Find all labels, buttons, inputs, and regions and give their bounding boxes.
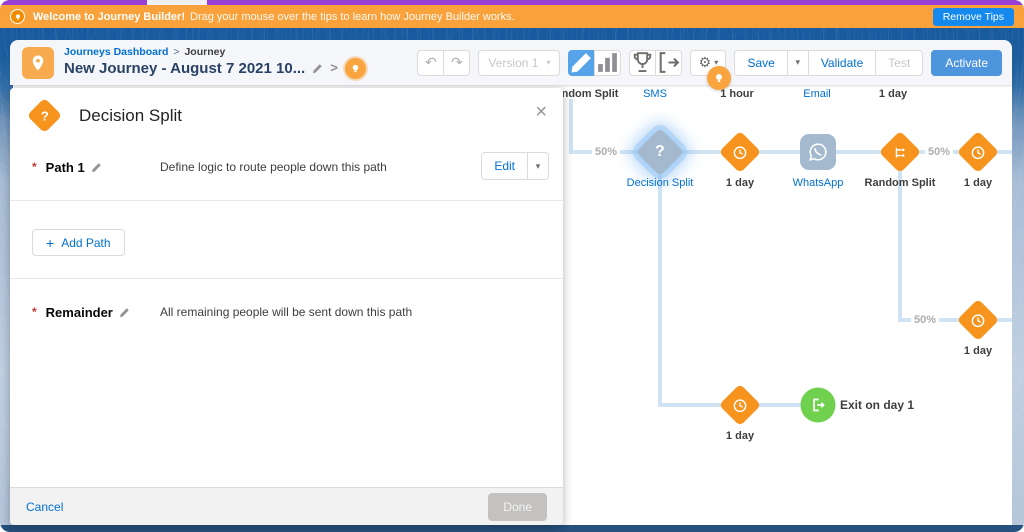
banner-subtitle: Drag your mouse over the tips to learn h…	[190, 11, 515, 23]
exit-icon	[656, 50, 681, 75]
settings-button[interactable]: ⚙ ▾	[690, 50, 726, 76]
path1-label: * Path 1	[32, 160, 102, 175]
random-split-icon	[892, 144, 909, 161]
node-label-exit[interactable]: Exit on day 1	[840, 398, 914, 412]
random-split-node[interactable]	[879, 131, 921, 173]
chevron-right-icon: >	[330, 61, 338, 76]
cancel-link[interactable]: Cancel	[26, 500, 63, 514]
breadcrumb-dashboard-link[interactable]: Journeys Dashboard	[64, 46, 168, 58]
browser-top-strip	[0, 0, 1024, 5]
wait-node[interactable]	[719, 131, 761, 173]
done-button[interactable]: Done	[488, 493, 547, 521]
node-label-1-day[interactable]: 1 day	[726, 177, 754, 189]
edit-path1-pencil-icon[interactable]	[91, 162, 102, 173]
save-dropdown-caret[interactable]: ▾	[787, 50, 809, 76]
journey-header: Journeys Dashboard > Journey New Journey…	[10, 40, 1012, 85]
wait-node[interactable]	[957, 299, 999, 341]
clock-icon	[970, 312, 987, 329]
gear-icon: ⚙	[699, 54, 712, 71]
goal-button[interactable]	[629, 50, 656, 76]
edit-path-caret[interactable]: ▾	[527, 152, 549, 180]
breadcrumb-separator: >	[173, 46, 179, 58]
caret-down-icon: ▾	[546, 58, 550, 67]
clock-icon	[732, 397, 749, 414]
breadcrumb: Journeys Dashboard > Journey	[64, 46, 366, 58]
divider	[10, 278, 563, 279]
percent-label: 50%	[911, 314, 939, 326]
version-dropdown[interactable]: Version 1 ▾	[478, 50, 560, 76]
required-marker: *	[32, 160, 37, 174]
exit-criteria-button[interactable]	[655, 50, 682, 76]
edit-remainder-pencil-icon[interactable]	[119, 307, 130, 318]
test-button[interactable]: Test	[875, 50, 923, 76]
node-label-sms[interactable]: SMS	[643, 88, 667, 100]
whatsapp-icon	[807, 141, 829, 163]
close-icon[interactable]: ×	[535, 102, 547, 122]
node-label-email[interactable]: Email	[803, 88, 831, 100]
decision-split-icon: ?	[27, 97, 62, 132]
lightbulb-icon	[10, 9, 25, 24]
trophy-icon	[630, 50, 655, 75]
divider	[10, 200, 563, 201]
window-bottom-edge	[0, 525, 1024, 532]
journey-title: New Journey - August 7 2021 10...	[64, 60, 305, 77]
node-label-decision-split[interactable]: Decision Split	[627, 177, 694, 189]
remove-tips-button[interactable]: Remove Tips	[933, 8, 1014, 26]
banner-title: Welcome to Journey Builder!	[33, 11, 185, 23]
connector-line	[569, 99, 573, 154]
browser-tab-hint	[147, 0, 207, 5]
journey-toolbar: ↶ ↷ Version 1 ▾	[417, 50, 1002, 76]
exit-icon	[809, 396, 828, 415]
edit-path-button[interactable]: Edit	[481, 152, 528, 180]
node-label-1-day-top[interactable]: 1 day	[879, 88, 907, 100]
validate-button[interactable]: Validate	[808, 50, 876, 76]
percent-label: 50%	[592, 146, 620, 158]
decision-split-modal: ? Decision Split × * Path 1 Define logic…	[10, 88, 563, 525]
analytics-mode-button[interactable]	[594, 50, 621, 76]
activate-button[interactable]: Activate	[931, 50, 1002, 76]
question-mark-icon: ?	[655, 143, 665, 161]
plus-icon: +	[46, 235, 54, 251]
node-label-1-day[interactable]: 1 day	[964, 177, 992, 189]
clock-icon	[970, 144, 987, 161]
path1-description: Define logic to route people down this p…	[160, 160, 387, 174]
wait-node[interactable]	[957, 131, 999, 173]
modal-footer: Cancel Done	[10, 487, 563, 525]
add-path-button[interactable]: + Add Path	[32, 229, 125, 256]
node-label-random-split[interactable]: Random Split	[865, 177, 936, 189]
stats-icon	[595, 50, 620, 75]
redo-button[interactable]: ↷	[443, 50, 470, 76]
app-window: Welcome to Journey Builder! Drag your mo…	[0, 0, 1024, 532]
edit-title-pencil-icon[interactable]	[312, 63, 323, 74]
remainder-label: * Remainder	[32, 305, 130, 320]
tips-banner: Welcome to Journey Builder! Drag your mo…	[0, 5, 1024, 28]
edit-mode-button[interactable]	[568, 50, 595, 76]
modal-title: Decision Split	[79, 106, 182, 126]
wait-node[interactable]	[719, 384, 761, 426]
edit-button-group: Edit ▾	[481, 152, 549, 180]
tip-bulb-icon[interactable]	[345, 58, 366, 79]
tip-bulb-icon[interactable]	[707, 66, 731, 90]
clock-icon	[732, 144, 749, 161]
connector-line	[658, 152, 662, 407]
breadcrumb-current: Journey	[184, 46, 225, 58]
decision-split-node-selected[interactable]: ?	[636, 128, 684, 176]
node-label-whatsapp[interactable]: WhatsApp	[793, 177, 844, 189]
exit-node[interactable]	[801, 388, 836, 423]
journey-pin-icon	[22, 47, 54, 79]
whatsapp-node[interactable]	[800, 134, 836, 170]
save-button[interactable]: Save	[734, 50, 787, 76]
node-label-1-hour[interactable]: 1 hour	[720, 88, 754, 100]
required-marker: *	[32, 305, 37, 319]
percent-label: 50%	[925, 146, 953, 158]
undo-button[interactable]: ↶	[417, 50, 444, 76]
node-label-1-day[interactable]: 1 day	[726, 430, 754, 442]
node-label-1-day[interactable]: 1 day	[964, 345, 992, 357]
modal-header: ? Decision Split ×	[10, 88, 563, 138]
remainder-description: All remaining people will be sent down t…	[160, 305, 412, 319]
pencil-icon	[569, 50, 594, 75]
